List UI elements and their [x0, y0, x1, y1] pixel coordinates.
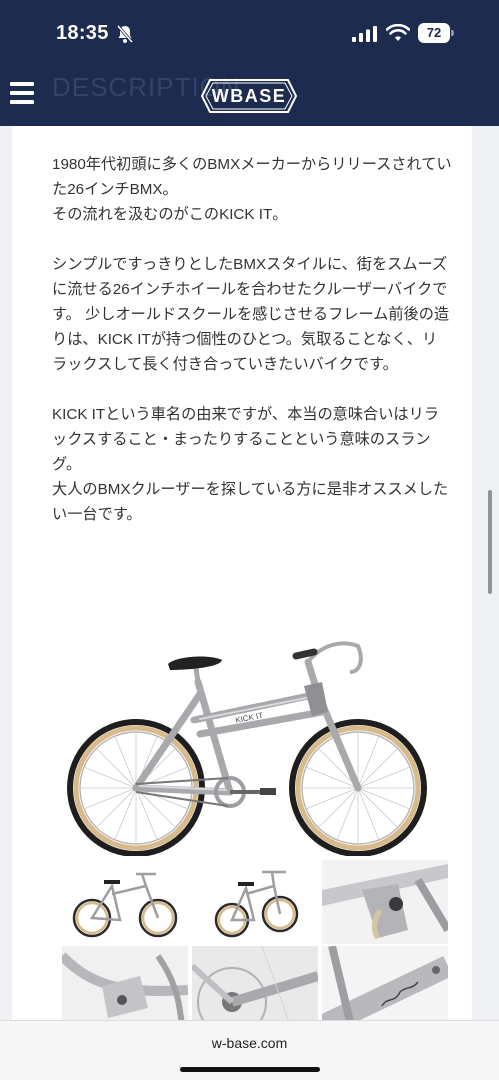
home-indicator[interactable] [180, 1067, 320, 1072]
description-paragraph-2: シンプルですっきりとしたBMXスタイルに、街をスムーズに流せる26インチホイール… [52, 256, 450, 373]
thumbnail-frame-logo-detail[interactable] [322, 946, 448, 1020]
thumbnail-bike-side[interactable] [62, 860, 188, 944]
cellular-signal-icon [352, 26, 377, 42]
description-paragraph-1: 1980年代初頭に多くのBMXメーカーからリリースされていた26インチBMX。 … [52, 156, 452, 223]
site-header: DESCRIPTION WBASE [0, 68, 499, 126]
description-paragraph-3: KICK ITという車名の由来ですが、本当の意味合いはリラックスすること・まった… [52, 406, 449, 523]
thumbnail-crank-detail[interactable] [192, 946, 318, 1020]
bell-slash-icon [116, 25, 134, 43]
url-text[interactable]: w-base.com [0, 1035, 499, 1051]
wifi-icon [386, 24, 410, 41]
description-text: 1980年代初頭に多くのBMXメーカーからリリースされていた26インチBMX。 … [52, 152, 452, 552]
thumbnail-stem-detail[interactable] [322, 860, 448, 944]
thumbnail-bike-angle[interactable] [192, 860, 318, 944]
status-time: 18:35 [56, 22, 109, 44]
hamburger-menu-icon[interactable] [10, 82, 36, 106]
battery-indicator: 72 [418, 23, 454, 43]
bike-main-image[interactable]: KICK IT [60, 616, 440, 856]
thumbnail-handlebar-detail[interactable] [62, 946, 188, 1020]
logo-text: WBASE [211, 86, 287, 106]
status-bar: 18:35 72 [0, 0, 499, 68]
browser-address-bar[interactable]: w-base.com [0, 1020, 499, 1080]
wbase-logo[interactable]: WBASE [200, 78, 298, 114]
battery-level: 72 [418, 23, 450, 43]
page-scrollbar[interactable] [488, 490, 492, 594]
product-description-panel: 1980年代初頭に多くのBMXメーカーからリリースされていた26インチBMX。 … [12, 126, 472, 1020]
battery-tip [451, 30, 454, 36]
